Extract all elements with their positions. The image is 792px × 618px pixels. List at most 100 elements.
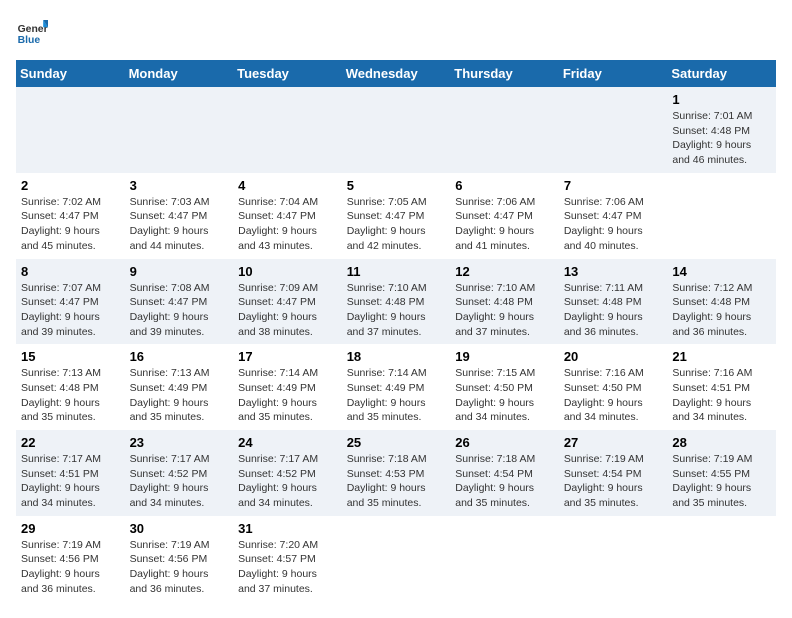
header-row: SundayMondayTuesdayWednesdayThursdayFrid… (16, 60, 776, 87)
day-cell: 7 Sunrise: 7:06 AMSunset: 4:47 PMDayligh… (559, 173, 668, 259)
day-cell: 9 Sunrise: 7:08 AMSunset: 4:47 PMDayligh… (125, 259, 234, 345)
week-row-1: 1 Sunrise: 7:01 AMSunset: 4:48 PMDayligh… (16, 87, 776, 173)
day-info: Sunrise: 7:05 AMSunset: 4:47 PMDaylight:… (347, 196, 427, 252)
day-cell: 30 Sunrise: 7:19 AMSunset: 4:56 PMDaylig… (125, 516, 234, 602)
day-info: Sunrise: 7:07 AMSunset: 4:47 PMDaylight:… (21, 282, 101, 338)
day-number: 4 (238, 178, 337, 193)
day-cell: 12 Sunrise: 7:10 AMSunset: 4:48 PMDaylig… (450, 259, 559, 345)
day-info: Sunrise: 7:04 AMSunset: 4:47 PMDaylight:… (238, 196, 318, 252)
day-info: Sunrise: 7:13 AMSunset: 4:49 PMDaylight:… (130, 367, 210, 423)
day-info: Sunrise: 7:16 AMSunset: 4:50 PMDaylight:… (564, 367, 644, 423)
day-info: Sunrise: 7:06 AMSunset: 4:47 PMDaylight:… (455, 196, 535, 252)
day-info: Sunrise: 7:13 AMSunset: 4:48 PMDaylight:… (21, 367, 101, 423)
day-cell: 19 Sunrise: 7:15 AMSunset: 4:50 PMDaylig… (450, 344, 559, 430)
day-cell (342, 87, 451, 173)
day-cell (450, 516, 559, 602)
day-number: 5 (347, 178, 446, 193)
day-cell (667, 516, 776, 602)
logo: General Blue (16, 16, 48, 48)
day-number: 21 (672, 349, 771, 364)
column-header-saturday: Saturday (667, 60, 776, 87)
day-info: Sunrise: 7:19 AMSunset: 4:54 PMDaylight:… (564, 453, 644, 509)
column-header-monday: Monday (125, 60, 234, 87)
day-cell: 14 Sunrise: 7:12 AMSunset: 4:48 PMDaylig… (667, 259, 776, 345)
day-info: Sunrise: 7:06 AMSunset: 4:47 PMDaylight:… (564, 196, 644, 252)
day-number: 16 (130, 349, 229, 364)
day-cell: 27 Sunrise: 7:19 AMSunset: 4:54 PMDaylig… (559, 430, 668, 516)
day-number: 11 (347, 264, 446, 279)
day-info: Sunrise: 7:14 AMSunset: 4:49 PMDaylight:… (238, 367, 318, 423)
day-info: Sunrise: 7:18 AMSunset: 4:53 PMDaylight:… (347, 453, 427, 509)
day-number: 2 (21, 178, 120, 193)
column-header-sunday: Sunday (16, 60, 125, 87)
day-info: Sunrise: 7:02 AMSunset: 4:47 PMDaylight:… (21, 196, 101, 252)
svg-text:Blue: Blue (18, 35, 41, 46)
day-cell: 26 Sunrise: 7:18 AMSunset: 4:54 PMDaylig… (450, 430, 559, 516)
day-cell: 17 Sunrise: 7:14 AMSunset: 4:49 PMDaylig… (233, 344, 342, 430)
day-info: Sunrise: 7:03 AMSunset: 4:47 PMDaylight:… (130, 196, 210, 252)
day-number: 15 (21, 349, 120, 364)
day-info: Sunrise: 7:19 AMSunset: 4:56 PMDaylight:… (130, 539, 210, 595)
day-cell (342, 516, 451, 602)
week-row-6: 29 Sunrise: 7:19 AMSunset: 4:56 PMDaylig… (16, 516, 776, 602)
day-cell (16, 87, 125, 173)
day-cell: 13 Sunrise: 7:11 AMSunset: 4:48 PMDaylig… (559, 259, 668, 345)
column-header-wednesday: Wednesday (342, 60, 451, 87)
day-cell: 16 Sunrise: 7:13 AMSunset: 4:49 PMDaylig… (125, 344, 234, 430)
day-number: 1 (672, 92, 771, 107)
day-number: 25 (347, 435, 446, 450)
day-number: 7 (564, 178, 663, 193)
day-number: 31 (238, 521, 337, 536)
day-number: 19 (455, 349, 554, 364)
day-number: 22 (21, 435, 120, 450)
day-cell (667, 173, 776, 259)
logo-icon: General Blue (16, 16, 48, 48)
day-number: 20 (564, 349, 663, 364)
day-cell: 20 Sunrise: 7:16 AMSunset: 4:50 PMDaylig… (559, 344, 668, 430)
day-info: Sunrise: 7:12 AMSunset: 4:48 PMDaylight:… (672, 282, 752, 338)
day-cell: 24 Sunrise: 7:17 AMSunset: 4:52 PMDaylig… (233, 430, 342, 516)
day-info: Sunrise: 7:20 AMSunset: 4:57 PMDaylight:… (238, 539, 318, 595)
day-cell (233, 87, 342, 173)
day-cell: 23 Sunrise: 7:17 AMSunset: 4:52 PMDaylig… (125, 430, 234, 516)
day-cell (559, 516, 668, 602)
day-info: Sunrise: 7:11 AMSunset: 4:48 PMDaylight:… (564, 282, 643, 338)
day-info: Sunrise: 7:10 AMSunset: 4:48 PMDaylight:… (455, 282, 535, 338)
day-cell: 25 Sunrise: 7:18 AMSunset: 4:53 PMDaylig… (342, 430, 451, 516)
day-info: Sunrise: 7:08 AMSunset: 4:47 PMDaylight:… (130, 282, 210, 338)
day-number: 23 (130, 435, 229, 450)
day-number: 26 (455, 435, 554, 450)
day-number: 24 (238, 435, 337, 450)
day-number: 3 (130, 178, 229, 193)
day-info: Sunrise: 7:19 AMSunset: 4:55 PMDaylight:… (672, 453, 752, 509)
day-info: Sunrise: 7:17 AMSunset: 4:51 PMDaylight:… (21, 453, 101, 509)
day-info: Sunrise: 7:09 AMSunset: 4:47 PMDaylight:… (238, 282, 318, 338)
day-info: Sunrise: 7:14 AMSunset: 4:49 PMDaylight:… (347, 367, 427, 423)
day-number: 30 (130, 521, 229, 536)
day-info: Sunrise: 7:01 AMSunset: 4:48 PMDaylight:… (672, 110, 752, 166)
day-number: 27 (564, 435, 663, 450)
day-number: 10 (238, 264, 337, 279)
day-info: Sunrise: 7:10 AMSunset: 4:48 PMDaylight:… (347, 282, 427, 338)
day-cell: 22 Sunrise: 7:17 AMSunset: 4:51 PMDaylig… (16, 430, 125, 516)
day-cell: 15 Sunrise: 7:13 AMSunset: 4:48 PMDaylig… (16, 344, 125, 430)
day-info: Sunrise: 7:18 AMSunset: 4:54 PMDaylight:… (455, 453, 535, 509)
column-header-thursday: Thursday (450, 60, 559, 87)
day-info: Sunrise: 7:19 AMSunset: 4:56 PMDaylight:… (21, 539, 101, 595)
day-cell (559, 87, 668, 173)
day-info: Sunrise: 7:17 AMSunset: 4:52 PMDaylight:… (238, 453, 318, 509)
day-number: 8 (21, 264, 120, 279)
day-cell: 4 Sunrise: 7:04 AMSunset: 4:47 PMDayligh… (233, 173, 342, 259)
day-info: Sunrise: 7:15 AMSunset: 4:50 PMDaylight:… (455, 367, 535, 423)
page-header: General Blue (16, 16, 776, 48)
day-cell: 1 Sunrise: 7:01 AMSunset: 4:48 PMDayligh… (667, 87, 776, 173)
day-info: Sunrise: 7:16 AMSunset: 4:51 PMDaylight:… (672, 367, 752, 423)
calendar-table: SundayMondayTuesdayWednesdayThursdayFrid… (16, 60, 776, 602)
week-row-4: 15 Sunrise: 7:13 AMSunset: 4:48 PMDaylig… (16, 344, 776, 430)
day-number: 18 (347, 349, 446, 364)
day-cell (125, 87, 234, 173)
column-header-tuesday: Tuesday (233, 60, 342, 87)
day-number: 12 (455, 264, 554, 279)
day-number: 14 (672, 264, 771, 279)
day-cell: 6 Sunrise: 7:06 AMSunset: 4:47 PMDayligh… (450, 173, 559, 259)
